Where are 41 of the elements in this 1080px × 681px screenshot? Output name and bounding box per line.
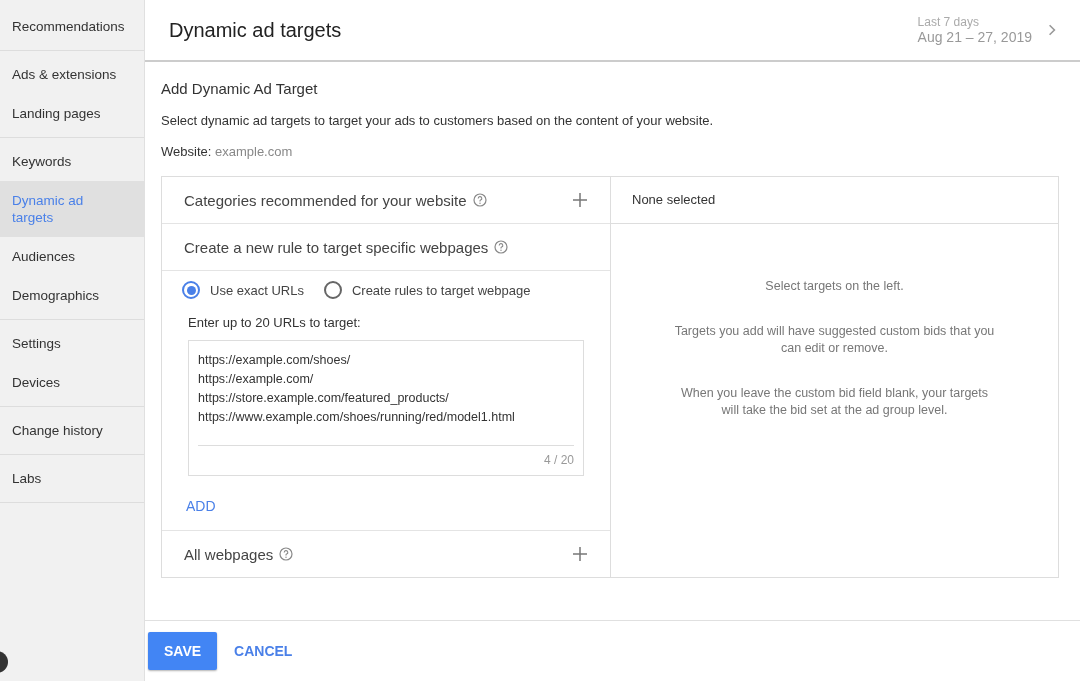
sidebar-item[interactable]: Landing pages xyxy=(0,94,144,133)
url-counter: 4 / 20 xyxy=(542,453,574,467)
sidebar-item[interactable]: Keywords xyxy=(0,142,144,181)
hint-text: Targets you add will have suggested custom bids that you can edit or remove. xyxy=(673,323,996,357)
section-label: Categories recommended for your website xyxy=(184,191,467,209)
help-icon[interactable] xyxy=(279,547,294,561)
website-value: example.com xyxy=(214,144,293,159)
urls-field[interactable]: https://example.com/shoes/ https://example.com/ https://store.example.com/featured_products/ https://www.example.com/shoes/running/red/model1.html 4 / 20 xyxy=(188,340,584,476)
url-line: https://www.example.com/shoes/running/red/model1.html xyxy=(198,409,516,426)
sidebar-item[interactable]: Demographics xyxy=(0,276,144,315)
hint-text: When you leave the custom bid field blank, your targets will take the bid set at the ad group level. xyxy=(679,385,990,419)
website-label: Website: xyxy=(161,144,212,159)
sidebar-item[interactable]: Labs xyxy=(0,459,144,498)
date-range-label: Last 7 days xyxy=(917,15,980,29)
plus-icon[interactable] xyxy=(572,546,588,562)
urls-label: Enter up to 20 URLs to target: xyxy=(188,315,362,330)
sidebar-item[interactable]: Recommendations xyxy=(0,7,144,46)
add-button[interactable]: ADD xyxy=(186,498,216,514)
plus-icon[interactable] xyxy=(572,192,588,208)
selection-header: None selected xyxy=(611,177,1058,224)
sidebar-item[interactable]: Change history xyxy=(0,411,144,450)
radio-option[interactable]: Create rules to target webpage xyxy=(323,281,531,299)
chevron-right-icon[interactable] xyxy=(1048,23,1056,37)
cancel-button[interactable]: CANCEL xyxy=(225,643,302,659)
url-line: https://example.com/shoes/ xyxy=(198,352,352,369)
form-description: Select dynamic ad targets to target your ads to customers based on the content of your website. xyxy=(161,113,715,128)
sidebar-item[interactable]: Audiences xyxy=(0,237,144,276)
section-label: All webpages xyxy=(184,545,274,563)
help-icon[interactable] xyxy=(472,193,487,207)
page-title: Dynamic ad targets xyxy=(169,18,343,42)
url-line: https://store.example.com/featured_products/ xyxy=(198,390,450,407)
radio-option[interactable]: Use exact URLs xyxy=(182,281,304,299)
sidebar-item[interactable]: Settings xyxy=(0,324,144,363)
hint-text: Select targets on the left. xyxy=(764,278,905,295)
url-line: https://example.com/ xyxy=(198,371,315,388)
sidebar-item[interactable]: Ads & extensions xyxy=(0,55,144,94)
save-button[interactable]: SAVE xyxy=(148,632,218,670)
sidebar-item[interactable]: Devices xyxy=(0,363,144,402)
help-icon[interactable] xyxy=(494,240,509,254)
form-title: Add Dynamic Ad Target xyxy=(161,80,319,97)
section-label: Create a new rule to target specific webpages xyxy=(184,238,489,256)
